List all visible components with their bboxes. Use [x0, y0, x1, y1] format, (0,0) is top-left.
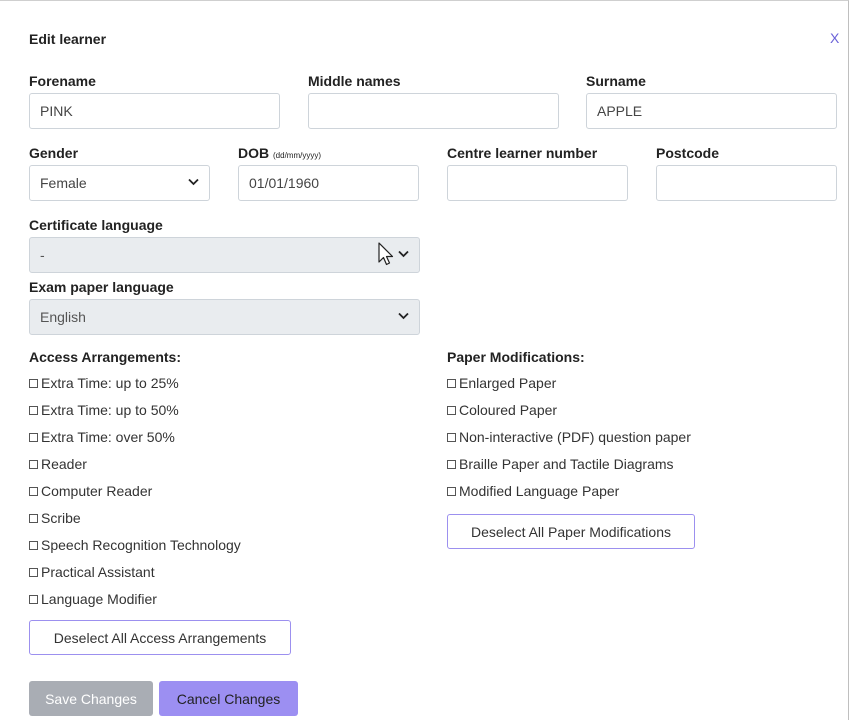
gender-value: Female: [40, 175, 87, 191]
checkbox-icon: [29, 594, 38, 604]
checkbox-label: Language Modifier: [41, 591, 157, 607]
checkbox-scribe[interactable]: Scribe: [29, 510, 81, 526]
postcode-input[interactable]: [656, 165, 837, 201]
checkbox-icon: [29, 486, 38, 496]
dob-label: DOB (dd/mm/yyyy): [238, 145, 321, 161]
checkbox-label: Reader: [41, 456, 87, 472]
checkbox-icon: [447, 405, 456, 415]
deselect-all-access-arrangements-button[interactable]: Deselect All Access Arrangements: [29, 620, 291, 655]
checkbox-label: Braille Paper and Tactile Diagrams: [459, 456, 674, 472]
checkbox-label: Computer Reader: [41, 483, 153, 499]
deselect-all-paper-modifications-button[interactable]: Deselect All Paper Modifications: [447, 514, 695, 549]
edit-learner-dialog: Edit learner X Forename Middle names Sur…: [0, 0, 849, 720]
checkbox-icon: [29, 378, 38, 388]
checkbox-extra-time-over-50[interactable]: Extra Time: over 50%: [29, 429, 175, 445]
certificate-language-select[interactable]: -: [29, 237, 420, 273]
checkbox-enlarged-paper[interactable]: Enlarged Paper: [447, 375, 556, 391]
checkbox-modified-language-paper[interactable]: Modified Language Paper: [447, 483, 619, 499]
checkbox-icon: [29, 405, 38, 415]
forename-input[interactable]: [29, 93, 280, 129]
chevron-down-icon: [398, 238, 409, 272]
checkbox-language-modifier[interactable]: Language Modifier: [29, 591, 157, 607]
checkbox-reader[interactable]: Reader: [29, 456, 87, 472]
checkbox-coloured-paper[interactable]: Coloured Paper: [447, 402, 557, 418]
exam-paper-language-value: English: [40, 309, 86, 325]
checkbox-icon: [29, 567, 38, 577]
dob-input[interactable]: [238, 165, 419, 201]
checkbox-non-interactive-pdf[interactable]: Non-interactive (PDF) question paper: [447, 429, 691, 445]
dob-format-hint: (dd/mm/yyyy): [273, 151, 322, 160]
exam-paper-language-label: Exam paper language: [29, 279, 174, 295]
forename-label: Forename: [29, 73, 96, 89]
checkbox-label: Coloured Paper: [459, 402, 558, 418]
checkbox-icon: [447, 486, 456, 496]
checkbox-label: Practical Assistant: [41, 564, 155, 580]
mouse-pointer-icon: [378, 242, 394, 278]
checkbox-icon: [29, 540, 38, 550]
checkbox-label: Modified Language Paper: [459, 483, 620, 499]
checkbox-extra-time-25[interactable]: Extra Time: up to 25%: [29, 375, 179, 391]
gender-label: Gender: [29, 145, 79, 161]
close-button[interactable]: X: [830, 30, 839, 46]
checkbox-icon: [29, 513, 38, 523]
chevron-down-icon: [188, 166, 199, 200]
checkbox-icon: [447, 432, 456, 442]
cancel-changes-button[interactable]: Cancel Changes: [159, 681, 298, 716]
centre-learner-number-label: Centre learner number: [447, 145, 598, 161]
chevron-down-icon: [398, 300, 409, 334]
save-changes-button[interactable]: Save Changes: [29, 681, 153, 716]
checkbox-speech-recognition[interactable]: Speech Recognition Technology: [29, 537, 241, 553]
checkbox-computer-reader[interactable]: Computer Reader: [29, 483, 152, 499]
checkbox-braille-paper[interactable]: Braille Paper and Tactile Diagrams: [447, 456, 674, 472]
checkbox-label: Non-interactive (PDF) question paper: [459, 429, 691, 445]
dialog-title: Edit learner: [29, 31, 107, 47]
access-arrangements-heading: Access Arrangements:: [29, 349, 181, 365]
checkbox-icon: [447, 378, 456, 388]
checkbox-icon: [29, 432, 38, 442]
dob-label-text: DOB: [238, 145, 270, 161]
checkbox-extra-time-50[interactable]: Extra Time: up to 50%: [29, 402, 179, 418]
middle-names-label: Middle names: [308, 73, 401, 89]
checkbox-label: Enlarged Paper: [459, 375, 557, 391]
checkbox-label: Extra Time: up to 25%: [41, 375, 179, 391]
surname-input[interactable]: [586, 93, 837, 129]
certificate-language-value: -: [40, 247, 45, 263]
centre-learner-number-input[interactable]: [447, 165, 628, 201]
exam-paper-language-select[interactable]: English: [29, 299, 420, 335]
surname-label: Surname: [586, 73, 646, 89]
paper-modifications-heading: Paper Modifications:: [447, 349, 585, 365]
postcode-label: Postcode: [656, 145, 720, 161]
middle-names-input[interactable]: [308, 93, 559, 129]
gender-select[interactable]: Female: [29, 165, 210, 201]
certificate-language-label: Certificate language: [29, 217, 163, 233]
checkbox-practical-assistant[interactable]: Practical Assistant: [29, 564, 155, 580]
checkbox-icon: [447, 459, 456, 469]
checkbox-label: Scribe: [41, 510, 81, 526]
checkbox-label: Extra Time: up to 50%: [41, 402, 179, 418]
checkbox-label: Speech Recognition Technology: [41, 537, 241, 553]
checkbox-icon: [29, 459, 38, 469]
checkbox-label: Extra Time: over 50%: [41, 429, 175, 445]
